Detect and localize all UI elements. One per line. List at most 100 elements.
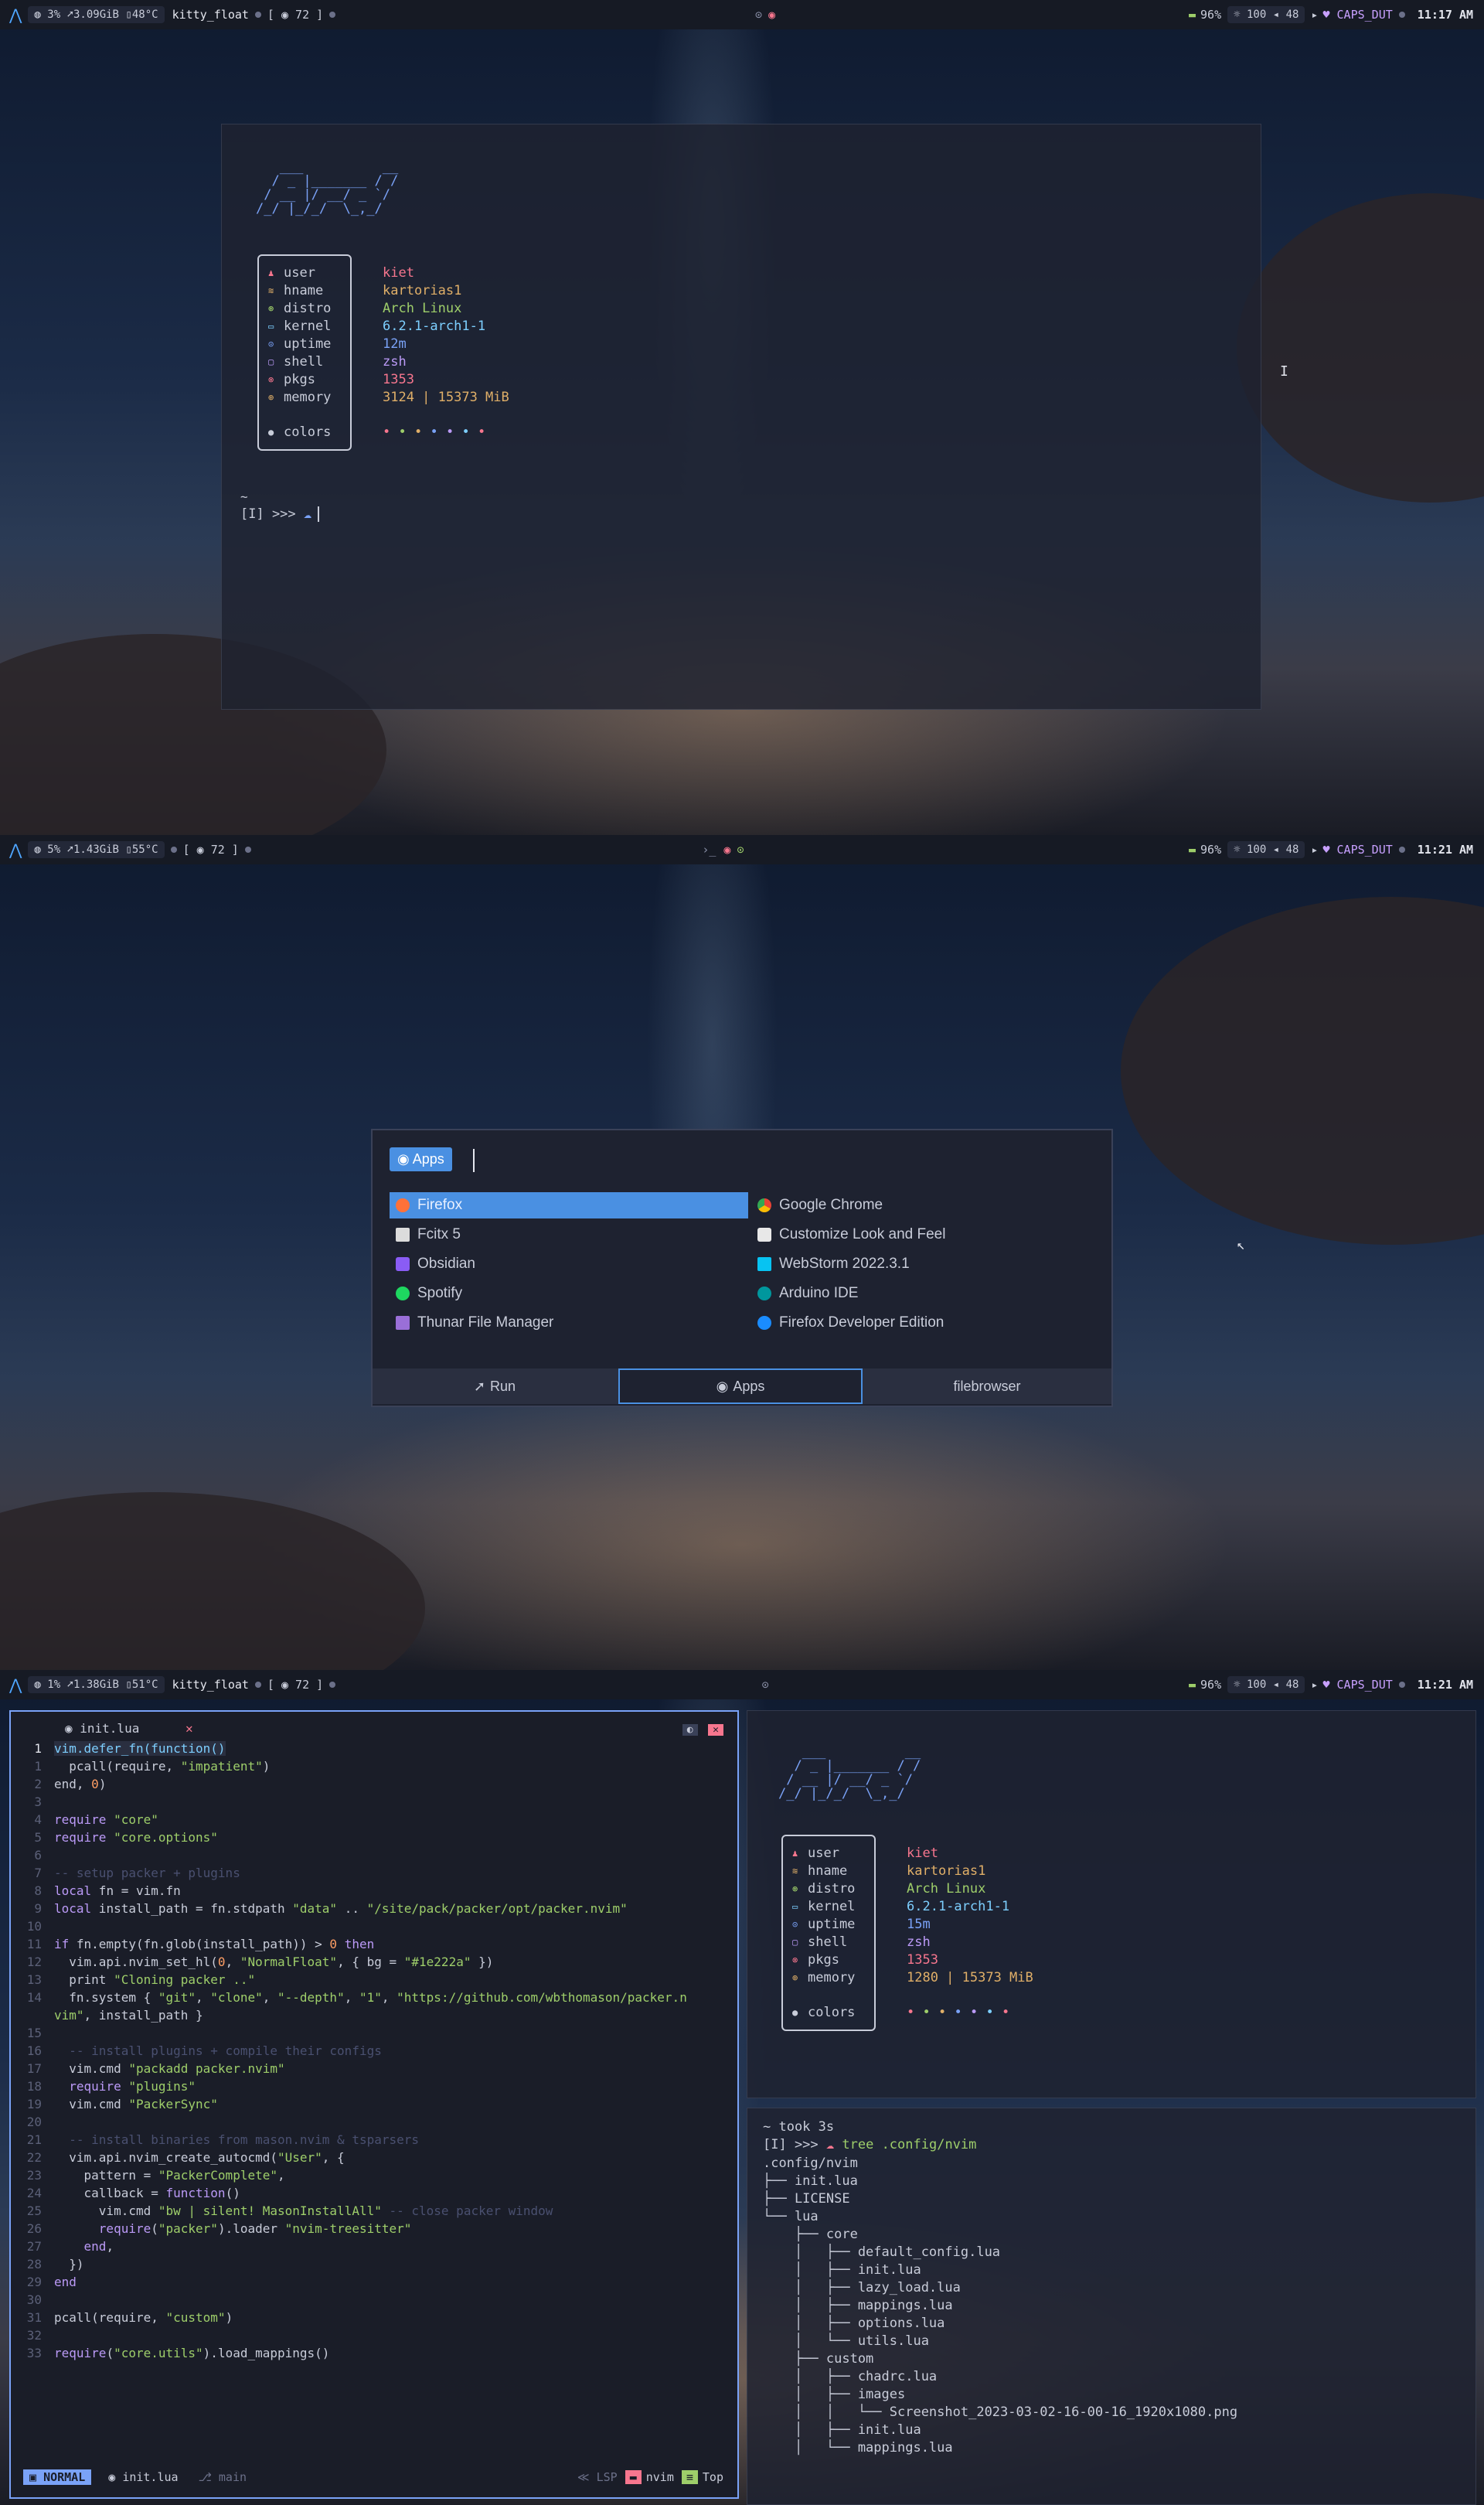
arch-logo-icon[interactable]: ⋀: [9, 1675, 22, 1694]
arch-ascii-logo: ___ __ / _ |_______ / / / __ |/ __/ _ `/…: [256, 159, 399, 216]
rofi-search-input[interactable]: [473, 1149, 1016, 1172]
fetch-value: 6.2.1-arch1-1: [907, 1898, 1010, 1914]
theme-toggle-icon[interactable]: ◐: [682, 1724, 698, 1736]
memory-icon: ⊕: [792, 1972, 798, 1983]
pkgs-icon: ⊗: [268, 373, 274, 385]
tab-filebrowser[interactable]: filebrowser: [864, 1368, 1110, 1404]
fetch-row-distro: ⊛ distro Arch Linux: [268, 299, 509, 317]
tree-line: │ │ └── Screenshot_2023-03-02-16-00-16_1…: [763, 2404, 1238, 2420]
tree-output: .config/nvim ├── init.lua ├── LICENSE └── l…: [763, 2155, 1237, 2457]
app-item-firefox-dev[interactable]: Firefox Developer Edition: [751, 1310, 1091, 1336]
fetch-value: 1353: [907, 1951, 938, 1968]
tray-icon[interactable]: ◉: [723, 843, 730, 857]
fetch-key: distro: [808, 1880, 856, 1897]
tree-line: ├── core: [763, 2227, 858, 2242]
rofi-mode-badge: ◉ Apps: [390, 1147, 452, 1171]
brightness-volume[interactable]: ☼ 100 ◂ 48: [1227, 841, 1305, 858]
fetch-row-hname: ≋ hname kartorias1: [792, 1862, 1033, 1880]
brightness-volume[interactable]: ☼ 100 ◂ 48: [1227, 1676, 1305, 1693]
fetch-value: Arch Linux: [907, 1880, 986, 1897]
system-stats: ◍ 5% ➚1.43GiB ▯55°C: [28, 841, 165, 858]
folder-icon: [396, 1316, 410, 1330]
app-item-chrome[interactable]: Google Chrome: [751, 1192, 1091, 1218]
fetch-value: kartorias1: [383, 282, 462, 298]
neovim-window[interactable]: ◉ init.lua ✕ ◐ ✕ 1 vim.defer_fn(function(…: [9, 1710, 739, 2499]
separator-dot: [254, 12, 261, 18]
battery-level: 96%: [1200, 843, 1222, 857]
fetch-key: kernel: [808, 1898, 856, 1914]
fetch-row-distro: ⊛ distro Arch Linux: [792, 1880, 1033, 1897]
keyboard-layout: ♥ CAPS_DUT: [1322, 8, 1393, 22]
fetch-key: shell: [808, 1934, 848, 1950]
window-title: kitty_float: [172, 8, 249, 22]
fetch-value: 6.2.1-arch1-1: [383, 318, 486, 334]
fetch-key: distro: [284, 300, 332, 316]
app-item-firefox[interactable]: Firefox: [390, 1192, 748, 1218]
brightness-volume[interactable]: ☼ 100 ◂ 48: [1227, 6, 1305, 23]
app-item-customize[interactable]: Customize Look and Feel: [751, 1222, 1091, 1248]
tree-line: └── lua: [763, 2209, 819, 2224]
fetch-value: 1280 | 15373 MiB: [907, 1969, 1033, 1985]
tree-line: │ ├── images: [763, 2387, 906, 2402]
fetch-key: user: [808, 1845, 839, 1861]
fetch-value: 3124 | 15373 MiB: [383, 389, 509, 405]
shirt-icon: [757, 1228, 771, 1242]
close-tab-icon[interactable]: ✕: [186, 1721, 193, 1736]
tray-icon[interactable]: ⊙: [755, 8, 762, 22]
tab-run[interactable]: ➚ Run: [373, 1368, 617, 1404]
position-icon: ≡: [681, 2470, 698, 2484]
app-item-thunar[interactable]: Thunar File Manager: [390, 1310, 748, 1336]
fetch-row-uptime: ⊙ uptime 12m: [268, 335, 509, 353]
spotify-icon: [396, 1287, 410, 1300]
uptime-icon: ⊙: [792, 1918, 798, 1930]
hname-icon: ≋: [268, 285, 274, 296]
workspace-indicator[interactable]: [ ◉ 72 ]: [183, 843, 239, 857]
shell-prompt[interactable]: [I] >>> ☁ tree .config/nvim: [763, 2137, 976, 2152]
battery-icon: ▬: [1188, 843, 1196, 857]
battery-icon: ▬: [1188, 8, 1196, 22]
window-controls: ◐ ✕: [682, 1721, 723, 1736]
fetch-value: zsh: [383, 353, 407, 370]
fetch-key: pkgs: [808, 1951, 839, 1968]
fetch-row-pkgs: ⊗ pkgs 1353: [268, 370, 509, 388]
tree-line: ├── custom: [763, 2351, 874, 2367]
workspace-indicator[interactable]: [ ◉ 72 ]: [267, 8, 323, 22]
tree-terminal-window[interactable]: ~ took 3s [I] >>> ☁ tree .config/nvim .c…: [747, 2108, 1476, 2505]
app-item-webstorm[interactable]: WebStorm 2022.3.1: [751, 1251, 1091, 1277]
tree-line: ├── LICENSE: [763, 2191, 850, 2207]
separator-dot: [170, 847, 177, 853]
fetch-key: hname: [284, 282, 324, 298]
arch-logo-icon[interactable]: ⋀: [9, 5, 22, 24]
tree-line: │ ├── init.lua: [763, 2262, 921, 2278]
app-item-spotify[interactable]: Spotify: [390, 1280, 748, 1307]
separator-dot: [1398, 12, 1405, 18]
app-item-fcitx[interactable]: Fcitx 5: [390, 1222, 748, 1248]
battery-level: 96%: [1200, 1678, 1222, 1692]
rofi-launcher[interactable]: ◉ Apps Firefox Fcitx 5 Obsidian Spotify …: [371, 1129, 1113, 1407]
chrome-icon: [757, 1198, 771, 1212]
user-icon: ♟: [792, 1847, 798, 1859]
keyboard-layout: ♥ CAPS_DUT: [1322, 843, 1393, 857]
buffer-tab[interactable]: ◉ init.lua ✕: [65, 1721, 193, 1736]
clock: 11:17 AM: [1417, 8, 1474, 22]
fetch-key: memory: [284, 389, 332, 405]
tray-icon[interactable]: ⊙: [762, 1678, 769, 1692]
workspace-indicator[interactable]: [ ◉ 72 ]: [267, 1678, 323, 1692]
lsp-status: ≪ LSP: [577, 2470, 618, 2484]
fetch-terminal-window[interactable]: ___ __ / _ |_______ / / / __ |/ __/ _ `/…: [747, 1710, 1476, 2098]
clock: 11:21 AM: [1417, 843, 1474, 857]
arch-logo-icon[interactable]: ⋀: [9, 840, 22, 859]
separator-dot: [244, 847, 251, 853]
tray-icon[interactable]: ◉: [768, 8, 775, 22]
close-icon[interactable]: ✕: [708, 1724, 723, 1736]
desktop-screen-2: ⋀ ◍ 5% ➚1.43GiB ▯55°C [ ◉ 72 ] ›_ ◉ ⊙ ▬ …: [0, 835, 1484, 1670]
fetch-row-shell: ▢ shell zsh: [268, 353, 509, 370]
terminal-tray-icon[interactable]: ›_: [702, 843, 716, 857]
app-item-arduino[interactable]: Arduino IDE: [751, 1280, 1091, 1307]
tab-apps[interactable]: ◉ Apps: [618, 1368, 863, 1404]
code-buffer[interactable]: 1 vim.defer_fn(function() 1 pcall(require…: [19, 1740, 687, 2362]
shell-prompt[interactable]: [I] >>> ☁: [240, 506, 320, 522]
tray-icon[interactable]: ⊙: [737, 843, 744, 857]
kitty-terminal-window[interactable]: ___ __ / _ |_______ / / / __ |/ __/ _ `/…: [221, 124, 1261, 710]
app-item-obsidian[interactable]: Obsidian: [390, 1251, 748, 1277]
